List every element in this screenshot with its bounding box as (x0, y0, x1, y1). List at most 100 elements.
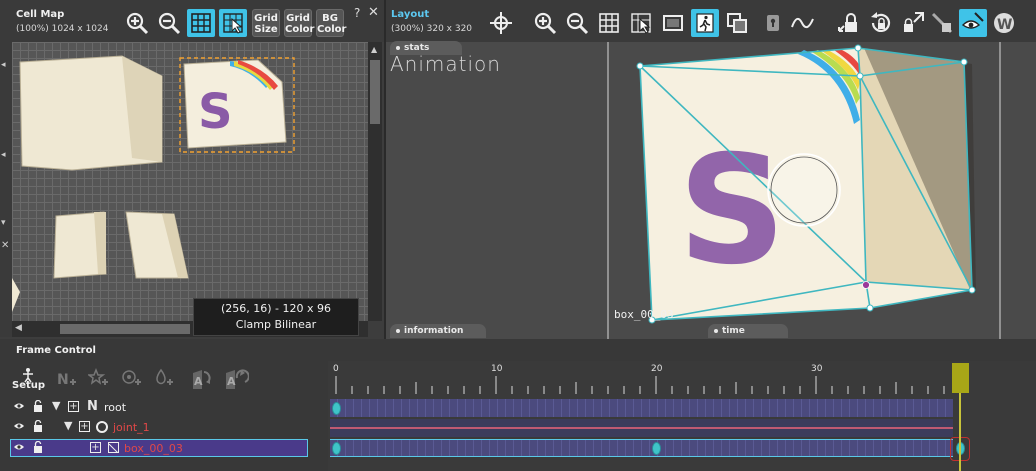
auto-key-loop-button[interactable]: A (223, 368, 250, 394)
keyframe[interactable] (332, 442, 341, 455)
cellmap-subtitle: (100%) 1024 x 1024 (16, 24, 109, 34)
layout-scene: S (607, 42, 1001, 339)
auto-key-button[interactable]: A (190, 368, 214, 394)
add-node-button[interactable]: N (56, 370, 78, 394)
timeline-ruler (335, 376, 945, 394)
cellmap-left-strip (0, 42, 12, 337)
lock-rotation-button[interactable] (867, 9, 895, 37)
eye-icon[interactable] (13, 421, 25, 434)
collapse-arrow-icon[interactable]: ▾ (1, 218, 6, 228)
layout-zoom-out-button[interactable] (563, 9, 591, 37)
plus-box-icon[interactable]: + (68, 401, 79, 412)
lock-scale-button[interactable] (899, 9, 927, 37)
setup-label: Setup (12, 380, 46, 391)
running-person-icon (696, 13, 714, 33)
snap-grid-button[interactable] (219, 9, 247, 37)
add-joint-button[interactable] (121, 368, 143, 392)
close-button[interactable]: ✕ (368, 5, 379, 20)
tree-row-label: box_00_03 (124, 442, 183, 455)
track-joint[interactable] (330, 419, 953, 437)
grid-color-button[interactable]: Grid Color (284, 9, 314, 37)
help-button[interactable]: ? (354, 6, 360, 20)
layout-canvas[interactable]: S (386, 42, 1036, 339)
collapse-arrow-icon[interactable]: ◂ (1, 60, 6, 70)
zoom-in-button[interactable] (123, 9, 151, 37)
layout-snap-grid-button[interactable] (627, 9, 655, 37)
cellmap-vertical-scroll-thumb[interactable] (370, 60, 380, 124)
cellmap-texture-letter: S (198, 84, 233, 140)
add-drop-icon (156, 368, 173, 385)
bg-color-line1: BG (322, 13, 338, 24)
svg-text:N: N (57, 372, 69, 388)
lock-deform-button[interactable] (928, 9, 956, 37)
plus-box-icon[interactable]: + (79, 421, 90, 432)
frame-bounds-button[interactable] (659, 9, 687, 37)
zoom-in-icon (126, 12, 149, 35)
tick-label: 20 (651, 364, 663, 374)
lock-icon[interactable] (33, 419, 43, 435)
zoom-out-icon (158, 12, 181, 35)
curve-button[interactable] (789, 9, 817, 37)
bg-color-button[interactable]: BG Color (316, 9, 346, 37)
eye-lock-icon (961, 12, 984, 29)
add-drop-button[interactable] (153, 368, 175, 392)
crosshair-icon (490, 12, 512, 34)
cellmap-title: Cell Map (16, 9, 65, 20)
crosshair-button[interactable] (487, 9, 515, 37)
frame-control-title: Frame Control (16, 345, 96, 356)
add-node-icon: N (57, 372, 76, 388)
snap-grid-icon (631, 13, 651, 34)
track-root[interactable] (330, 399, 953, 417)
node-type-icon: N (87, 399, 98, 414)
grid-size-button[interactable]: Grid Size (252, 9, 280, 37)
visibility-lock-button[interactable] (959, 9, 987, 37)
lock-button[interactable] (759, 9, 787, 37)
lock-icon[interactable] (33, 399, 43, 415)
playhead-line[interactable] (959, 393, 961, 471)
eye-icon[interactable] (13, 401, 25, 414)
selected-part-name: box_00_03 (614, 308, 674, 321)
scroll-up-arrow-icon[interactable]: ▲ (371, 45, 377, 54)
weight-button[interactable]: W (990, 9, 1018, 37)
overlap-icon (727, 13, 747, 33)
collapse-toggle-icon[interactable]: ▼ (64, 419, 72, 432)
tick-label: 30 (811, 364, 823, 374)
plus-box-icon[interactable]: + (90, 442, 101, 453)
scroll-left-arrow-icon[interactable]: ◀ (15, 323, 22, 333)
tree-row-part-selected[interactable]: + box_00_03 (10, 439, 308, 457)
layout-zoom-in-button[interactable] (531, 9, 559, 37)
cellmap-horizontal-scroll-thumb[interactable] (60, 324, 190, 334)
cellmap-canvas[interactable]: S (12, 42, 368, 321)
tab-information[interactable]: information (390, 324, 486, 338)
zoom-out-button[interactable] (155, 9, 183, 37)
layout-grid-button[interactable] (595, 9, 623, 37)
layout-title: Layout (391, 9, 430, 20)
svg-text:W: W (997, 17, 1012, 33)
keyframe[interactable] (652, 442, 661, 455)
tree-row-label: joint_1 (113, 421, 150, 434)
lock-deform-icon (931, 12, 953, 34)
keyframe[interactable] (332, 402, 341, 415)
collapse-arrow-icon[interactable]: ◂ (1, 150, 6, 160)
grid-toggle-button[interactable] (187, 9, 215, 37)
tree-row-root[interactable]: ▼ + N root (10, 399, 308, 417)
eye-icon[interactable] (13, 442, 25, 455)
lock-icon[interactable] (33, 440, 43, 456)
tab-time[interactable]: time (708, 324, 788, 338)
add-effect-button[interactable] (86, 367, 110, 392)
pose-mode-button[interactable] (691, 9, 719, 37)
part-type-icon (108, 442, 119, 454)
collapse-toggle-icon[interactable]: ▼ (52, 399, 60, 412)
grid-icon (599, 13, 619, 33)
overlap-button[interactable] (723, 9, 751, 37)
layout-subtitle: (300%) 320 x 320 (391, 24, 473, 34)
frame-bounds-icon (663, 15, 683, 31)
app-window: Cell Map (100%) 1024 x 1024 Grid Size Gr… (0, 0, 1036, 471)
lock-position-button[interactable] (835, 9, 863, 37)
tree-row-joint[interactable]: ▼ + joint_1 (10, 419, 308, 437)
svg-text:A: A (227, 375, 236, 388)
close-icon[interactable]: ✕ (1, 240, 9, 251)
track-part-selected[interactable] (330, 439, 953, 457)
playhead-handle[interactable] (952, 363, 969, 393)
grid-color-line1: Grid (286, 13, 310, 24)
